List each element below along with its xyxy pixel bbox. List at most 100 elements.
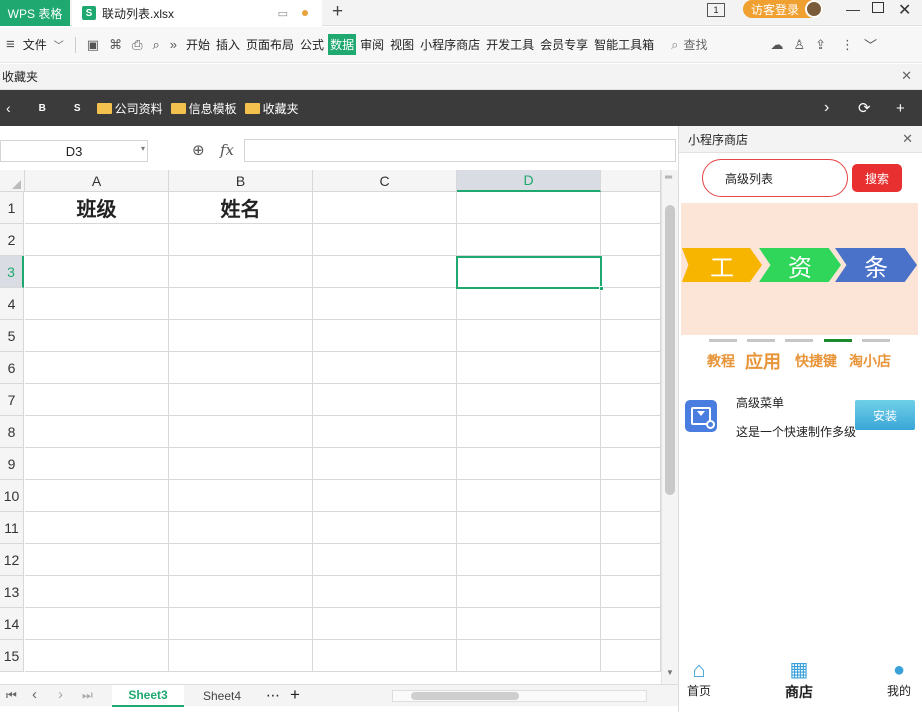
cell[interactable] xyxy=(25,512,169,544)
cell[interactable] xyxy=(169,384,313,416)
column-header-a[interactable]: A xyxy=(25,170,169,192)
bottom-tab-store[interactable]: ▦ 商店 xyxy=(769,658,829,702)
file-menu[interactable]: 文件 xyxy=(21,34,49,55)
search-icon[interactable]: ⌕ xyxy=(671,37,678,53)
cell[interactable] xyxy=(457,576,601,608)
bottom-tab-home[interactable]: ⌂ 首页 xyxy=(669,658,729,699)
cell[interactable] xyxy=(169,416,313,448)
bookmark-folder-company[interactable]: 公司资料 xyxy=(96,100,163,117)
cell[interactable] xyxy=(457,608,601,640)
favorites-close-icon[interactable]: ✕ xyxy=(901,68,912,84)
category-apps[interactable]: 应用 xyxy=(745,348,781,374)
column-header-d[interactable]: D xyxy=(457,170,601,192)
active-cell-d3[interactable] xyxy=(456,256,604,291)
cell[interactable] xyxy=(313,544,457,576)
maximize-icon[interactable] xyxy=(872,2,884,13)
cell[interactable] xyxy=(601,480,661,512)
cell[interactable] xyxy=(169,352,313,384)
cell[interactable] xyxy=(601,416,661,448)
prev-sheet-icon[interactable]: ‹ xyxy=(32,686,37,703)
cloud-icon[interactable]: ☁ xyxy=(770,37,783,53)
store-search-button[interactable]: 搜索 xyxy=(852,164,902,192)
collapse-ribbon-icon[interactable]: ﹀ xyxy=(864,35,877,54)
cell[interactable] xyxy=(313,480,457,512)
row-header-15[interactable]: 15 xyxy=(0,640,24,672)
cell[interactable] xyxy=(25,320,169,352)
chevron-right-icon[interactable]: › xyxy=(824,99,829,117)
cell[interactable] xyxy=(25,608,169,640)
vertical-scrollbar[interactable]: ═ ▼ xyxy=(661,170,678,684)
cell-a1[interactable]: 班级 xyxy=(25,192,169,224)
cell[interactable] xyxy=(457,416,601,448)
row-header-5[interactable]: 5 xyxy=(0,320,24,352)
cell[interactable] xyxy=(25,480,169,512)
bookmark-folder-templates[interactable]: 信息模板 xyxy=(170,100,237,117)
cell[interactable] xyxy=(169,224,313,256)
banner-indicator[interactable] xyxy=(862,339,890,342)
cell[interactable] xyxy=(25,448,169,480)
cell[interactable] xyxy=(601,224,661,256)
cell[interactable] xyxy=(457,480,601,512)
row-header-9[interactable]: 9 xyxy=(0,448,24,480)
menu-smart-toolbox[interactable]: 智能工具箱 xyxy=(592,34,656,55)
cell[interactable] xyxy=(169,480,313,512)
horizontal-scroll-thumb[interactable] xyxy=(411,692,519,700)
cell[interactable] xyxy=(169,256,313,288)
cell[interactable] xyxy=(25,416,169,448)
share-user-icon[interactable]: ♙ xyxy=(793,37,805,53)
cell[interactable] xyxy=(313,416,457,448)
print-icon[interactable]: ⎙ xyxy=(132,37,142,53)
cell[interactable] xyxy=(457,640,601,672)
new-tab-button[interactable]: + xyxy=(332,1,343,23)
column-header-c[interactable]: C xyxy=(313,170,457,192)
minimize-icon[interactable]: — xyxy=(846,1,860,17)
cell[interactable] xyxy=(457,384,601,416)
column-header-e[interactable] xyxy=(601,170,661,192)
cell[interactable] xyxy=(169,544,313,576)
cell[interactable] xyxy=(25,544,169,576)
row-header-10[interactable]: 10 xyxy=(0,480,24,512)
cell[interactable] xyxy=(601,576,661,608)
cell[interactable] xyxy=(457,512,601,544)
name-box-dropdown-icon[interactable]: ▾ xyxy=(141,144,145,153)
cell[interactable] xyxy=(313,640,457,672)
cell[interactable] xyxy=(601,256,661,288)
cell[interactable] xyxy=(313,256,457,288)
horizontal-scrollbar[interactable] xyxy=(392,690,647,702)
menu-insert[interactable]: 插入 xyxy=(214,34,242,55)
chevron-left-icon[interactable]: ‹ xyxy=(6,100,11,116)
promo-banner[interactable]: 工 资 条 xyxy=(681,203,918,335)
row-header-14[interactable]: 14 xyxy=(0,608,24,640)
menu-data[interactable]: 数据 xyxy=(328,34,357,55)
add-sheet-button[interactable]: + xyxy=(290,685,300,705)
cell[interactable] xyxy=(313,352,457,384)
menu-member[interactable]: 会员专享 xyxy=(538,34,590,55)
app-name[interactable]: 高级菜单 xyxy=(736,394,784,411)
cell[interactable] xyxy=(25,384,169,416)
cell[interactable] xyxy=(313,512,457,544)
close-icon[interactable]: ✕ xyxy=(898,0,911,20)
fill-handle[interactable] xyxy=(599,286,604,291)
cell[interactable] xyxy=(313,448,457,480)
cell[interactable] xyxy=(457,352,601,384)
cell[interactable] xyxy=(25,640,169,672)
cell[interactable] xyxy=(457,544,601,576)
row-header-2[interactable]: 2 xyxy=(0,224,24,256)
store-search-input[interactable]: 高级列表 xyxy=(702,159,848,197)
add-bookmark-icon[interactable]: + xyxy=(896,100,905,117)
refresh-icon[interactable]: ⟳ xyxy=(858,99,871,117)
menu-review[interactable]: 审阅 xyxy=(358,34,386,55)
cell[interactable] xyxy=(313,320,457,352)
cell[interactable] xyxy=(313,576,457,608)
cell[interactable] xyxy=(601,640,661,672)
banner-indicator[interactable] xyxy=(785,339,813,342)
cell[interactable] xyxy=(313,192,457,224)
cell[interactable] xyxy=(601,608,661,640)
cell[interactable] xyxy=(457,288,601,320)
cell[interactable] xyxy=(457,192,601,224)
cell[interactable] xyxy=(169,288,313,320)
row-header-11[interactable]: 11 xyxy=(0,512,24,544)
name-box[interactable]: D3 ▾ xyxy=(0,140,148,162)
row-header-13[interactable]: 13 xyxy=(0,576,24,608)
format-painter-icon[interactable]: ⌘ xyxy=(109,37,122,53)
